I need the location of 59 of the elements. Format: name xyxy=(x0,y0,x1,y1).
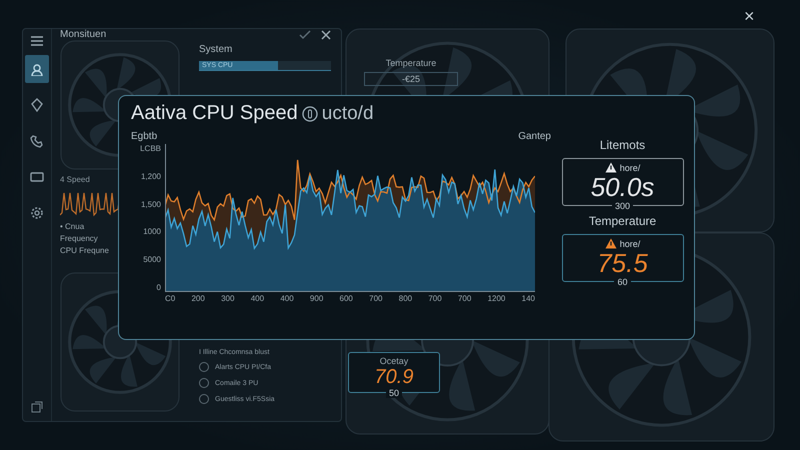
warning-icon xyxy=(604,238,617,249)
monitor-icon xyxy=(30,170,44,184)
chart-title: Aativa CPU Speed xyxy=(131,102,298,125)
gauge-value: 75.5 xyxy=(597,249,648,277)
legend-label: • Cnua xyxy=(60,222,84,231)
settings-icon xyxy=(30,206,44,220)
gauge-title: Litemots xyxy=(600,138,646,152)
scale-label: 300 xyxy=(612,201,634,211)
menu-icon xyxy=(30,35,44,47)
radio-button[interactable] xyxy=(199,394,209,404)
tick-label: 1,500 xyxy=(140,200,161,209)
card-title: Temperature xyxy=(386,58,436,68)
close-icon xyxy=(321,30,331,40)
copy-icon xyxy=(31,401,43,413)
temperature-value: -€25 xyxy=(364,72,458,86)
tick-label: 1000 xyxy=(143,227,161,236)
warning-icon xyxy=(604,162,617,173)
gauge-value: 50.0s xyxy=(590,173,654,201)
tick-label: 140 xyxy=(522,294,535,303)
badge-label: hore/ xyxy=(620,238,640,248)
tick-label: 800 xyxy=(398,294,412,303)
axis-label: Egbtb xyxy=(131,131,158,142)
legend-label: Frequency xyxy=(60,234,98,243)
info-icon xyxy=(302,106,318,122)
tick-label: 400 xyxy=(280,294,294,303)
tick-label: 900 xyxy=(310,294,324,303)
tick-label: 300 xyxy=(221,294,234,303)
tick-label: C0 xyxy=(165,294,176,303)
tick-label: 700 xyxy=(369,294,382,303)
tick-label: 5000 xyxy=(143,255,161,264)
sidebar-item[interactable] xyxy=(25,55,49,83)
tick-label: 1,200 xyxy=(140,172,161,181)
tick-label: 1200 xyxy=(488,294,506,303)
badge-label: hore/ xyxy=(620,162,640,172)
tick-label: 400 xyxy=(250,294,264,303)
gauge-value: 70.9 xyxy=(374,366,414,388)
phone-icon xyxy=(30,134,44,148)
close-icon[interactable]: × xyxy=(744,6,755,26)
gauge-title: Temperature xyxy=(588,214,656,228)
radio-button[interactable] xyxy=(199,362,209,372)
diamond-icon xyxy=(30,98,44,112)
legend-label: CPU Frequne xyxy=(60,246,109,255)
legend-label: Gantep xyxy=(518,131,551,142)
section-title: System xyxy=(199,44,234,55)
tick-label: 700 xyxy=(458,294,472,303)
tick-label: 600 xyxy=(340,294,353,303)
speed-label: 4 Speed xyxy=(60,175,90,184)
tick-label: 200 xyxy=(191,294,205,303)
gauge-title: Ocetay xyxy=(380,356,408,366)
tick-label: LCBB xyxy=(140,144,161,153)
tick-label: 0 xyxy=(156,282,161,292)
check-icon xyxy=(299,30,311,40)
window-title: Monsituen xyxy=(60,29,106,40)
unit-label: ucto/d xyxy=(322,102,374,124)
scale-label: 50 xyxy=(386,388,402,398)
tick-label: 700 xyxy=(428,294,442,303)
scale-label: 60 xyxy=(614,277,630,287)
users-icon xyxy=(30,62,44,76)
radio-button[interactable] xyxy=(199,378,209,388)
